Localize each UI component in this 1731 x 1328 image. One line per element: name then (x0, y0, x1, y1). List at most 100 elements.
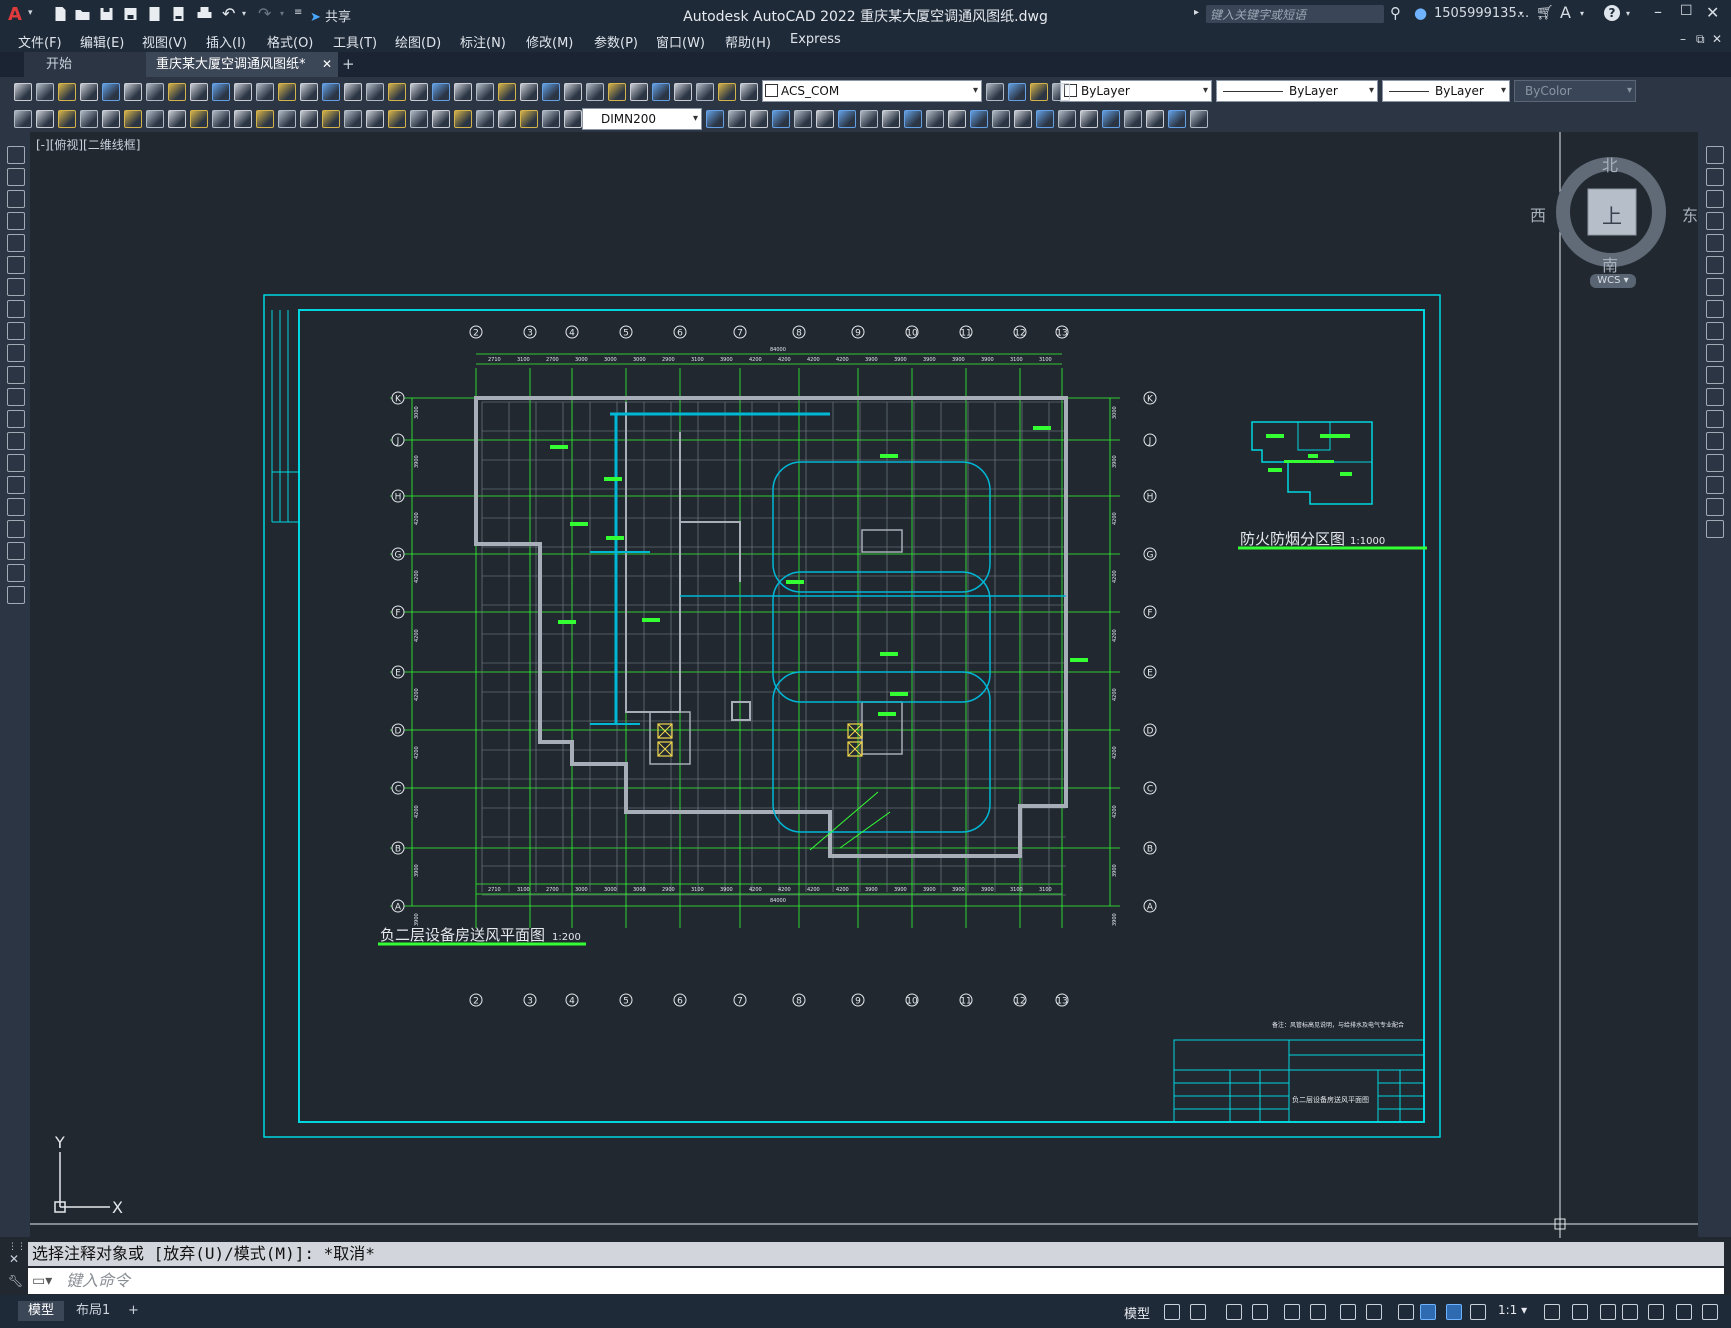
dim-tool-13-icon[interactable] (278, 110, 296, 128)
dim-tool-7-icon[interactable] (146, 110, 164, 128)
cart-icon[interactable]: 🛒︎ (1536, 5, 1554, 21)
status-tool-13-icon[interactable] (1544, 1304, 1560, 1320)
standard-tool-30-icon[interactable] (652, 83, 670, 101)
modify-tool-13-icon[interactable] (1706, 410, 1724, 428)
draw-tool-1-icon[interactable] (7, 146, 25, 164)
status-tool-9-icon[interactable] (1398, 1304, 1414, 1320)
standard-tool-19-icon[interactable] (410, 83, 428, 101)
draw-tool-21-icon[interactable] (7, 586, 25, 604)
standard-tool-11-icon[interactable] (234, 83, 252, 101)
maximize-icon[interactable]: ☐ (1680, 3, 1693, 19)
status-tool-17-icon[interactable] (1648, 1304, 1664, 1320)
menu-parametric[interactable]: 参数(P) (594, 32, 638, 51)
standard-tool-9-icon[interactable] (190, 83, 208, 101)
new-tab-icon[interactable]: + (332, 52, 365, 77)
draw-tool-18-icon[interactable] (7, 520, 25, 538)
standard-tool-27-icon[interactable] (586, 83, 604, 101)
dim-tool-10-icon[interactable] (212, 110, 230, 128)
dimstyle-combo[interactable]: DIMN200 ▾ (582, 108, 702, 130)
command-settings-icon[interactable]: 🔧︎ (8, 1274, 23, 1288)
menu-modify[interactable]: 修改(M) (526, 32, 573, 51)
help-icon[interactable]: ? (1604, 5, 1620, 21)
tab-start[interactable]: 开始 (24, 52, 164, 77)
viewcube-west[interactable]: 西 (1530, 202, 1546, 226)
draw-tool-14-icon[interactable] (7, 432, 25, 450)
tab-close-icon[interactable]: ✕ (322, 52, 332, 77)
status-tool-4-icon[interactable] (1252, 1304, 1268, 1320)
view-tool-23-icon[interactable] (1190, 110, 1208, 128)
standard-tool-16-icon[interactable] (344, 83, 362, 101)
status-tool-3-icon[interactable] (1226, 1304, 1242, 1320)
status-tool-8-icon[interactable] (1366, 1304, 1382, 1320)
view-tool-22-icon[interactable] (1168, 110, 1186, 128)
modify-tool-7-icon[interactable] (1706, 278, 1724, 296)
draw-tool-7-icon[interactable] (7, 278, 25, 296)
standard-tool-28-icon[interactable] (608, 83, 626, 101)
status-tool-1-icon[interactable] (1164, 1304, 1180, 1320)
standard-tool-34-icon[interactable] (740, 83, 758, 101)
status-tool-15-icon[interactable] (1600, 1304, 1616, 1320)
draw-tool-6-icon[interactable] (7, 256, 25, 274)
modify-tool-18-icon[interactable] (1706, 520, 1724, 538)
draw-tool-17-icon[interactable] (7, 498, 25, 516)
status-tool-5-icon[interactable] (1284, 1304, 1300, 1320)
standard-tool-17-icon[interactable] (366, 83, 384, 101)
view-tool-5-icon[interactable] (794, 110, 812, 128)
standard-tool-12-icon[interactable] (256, 83, 274, 101)
dim-tool-19-icon[interactable] (410, 110, 428, 128)
standard-tool-4-icon[interactable] (80, 83, 98, 101)
standard-tool-2-icon[interactable] (36, 83, 54, 101)
layer-tool-2-icon[interactable] (1008, 83, 1026, 101)
dim-tool-25-icon[interactable] (542, 110, 560, 128)
draw-tool-8-icon[interactable] (7, 300, 25, 318)
layer-tool-3-icon[interactable] (1030, 83, 1048, 101)
modify-tool-9-icon[interactable] (1706, 322, 1724, 340)
dim-tool-11-icon[interactable] (234, 110, 252, 128)
view-tool-2-icon[interactable] (728, 110, 746, 128)
menu-express[interactable]: Express (790, 32, 841, 47)
menu-help[interactable]: 帮助(H) (725, 32, 771, 51)
standard-tool-20-icon[interactable] (432, 83, 450, 101)
view-tool-3-icon[interactable] (750, 110, 768, 128)
view-tool-7-icon[interactable] (838, 110, 856, 128)
viewcube-south[interactable]: 南 (1602, 252, 1618, 276)
draw-tool-16-icon[interactable] (7, 476, 25, 494)
menu-window[interactable]: 窗口(W) (656, 32, 705, 51)
modify-tool-1-icon[interactable] (1706, 146, 1724, 164)
dim-tool-14-icon[interactable] (300, 110, 318, 128)
draw-tool-9-icon[interactable] (7, 322, 25, 340)
minimize-icon[interactable]: – (1654, 2, 1662, 21)
draw-tool-11-icon[interactable] (7, 366, 25, 384)
standard-tool-26-icon[interactable] (564, 83, 582, 101)
view-tool-12-icon[interactable] (948, 110, 966, 128)
draw-tool-15-icon[interactable] (7, 454, 25, 472)
view-tool-11-icon[interactable] (926, 110, 944, 128)
standard-tool-24-icon[interactable] (520, 83, 538, 101)
status-tool-12-icon[interactable] (1470, 1304, 1486, 1320)
modify-tool-6-icon[interactable] (1706, 256, 1724, 274)
view-tool-19-icon[interactable] (1102, 110, 1120, 128)
status-tool-18-icon[interactable] (1676, 1304, 1692, 1320)
view-tool-16-icon[interactable] (1036, 110, 1054, 128)
draw-tool-13-icon[interactable] (7, 410, 25, 428)
view-tool-15-icon[interactable] (1014, 110, 1032, 128)
search-icon[interactable]: ⚲ (1390, 4, 1401, 22)
standard-tool-18-icon[interactable] (388, 83, 406, 101)
draw-tool-19-icon[interactable] (7, 542, 25, 560)
lineweight-combo[interactable]: ByLayer ▾ (1382, 80, 1510, 102)
help-dropdown-icon[interactable]: ▾ (1626, 9, 1630, 18)
standard-tool-1-icon[interactable] (14, 83, 32, 101)
modify-tool-14-icon[interactable] (1706, 432, 1724, 450)
dim-tool-4-icon[interactable] (80, 110, 98, 128)
view-tool-8-icon[interactable] (860, 110, 878, 128)
view-tool-17-icon[interactable] (1058, 110, 1076, 128)
viewcube-top-face[interactable]: 上 (1602, 200, 1622, 229)
menu-insert[interactable]: 插入(I) (206, 32, 246, 51)
draw-tool-3-icon[interactable] (7, 190, 25, 208)
dim-tool-1-icon[interactable] (14, 110, 32, 128)
dim-tool-6-icon[interactable] (124, 110, 142, 128)
status-tool-14-icon[interactable] (1572, 1304, 1588, 1320)
doc-restore-icon[interactable]: ⧉ (1696, 32, 1705, 47)
modify-tool-12-icon[interactable] (1706, 388, 1724, 406)
dim-tool-22-icon[interactable] (476, 110, 494, 128)
